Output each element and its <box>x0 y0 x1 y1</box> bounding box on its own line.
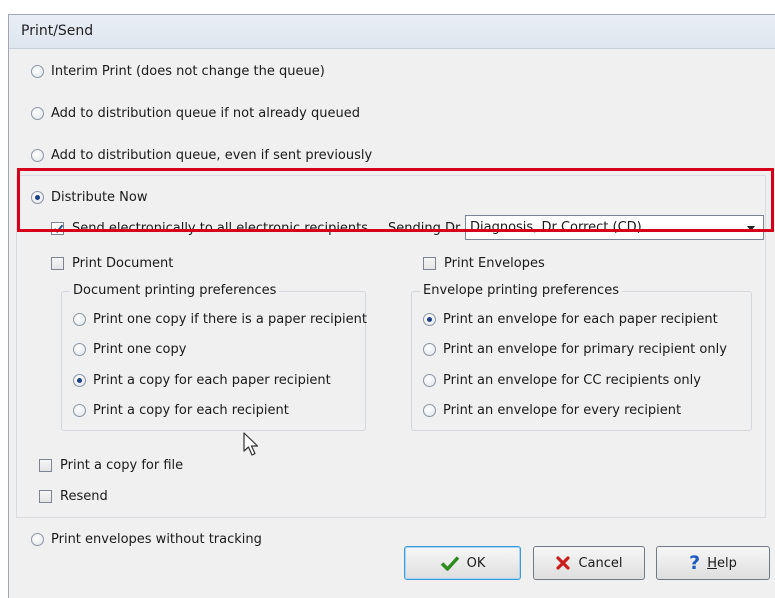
checkbox-indicator[interactable] <box>39 459 52 472</box>
env-pref-option[interactable]: Print an envelope for every recipient <box>423 403 681 418</box>
checkbox-indicator[interactable] <box>423 257 436 270</box>
radio-add-if-not-queued-label: Add to distribution queue if not already… <box>51 106 360 121</box>
radio-print-envelopes-no-tracking[interactable]: Print envelopes without tracking <box>31 532 262 547</box>
resend-label: Resend <box>60 489 108 504</box>
doc-pref-label: Print one copy if there is a paper recip… <box>93 312 367 327</box>
cancel-button-label: Cancel <box>578 555 623 571</box>
env-pref-option[interactable]: Print an envelope for primary recipient … <box>423 342 727 357</box>
doc-pref-option[interactable]: Print a copy for each paper recipient <box>73 373 331 388</box>
envelope-prefs-title: Envelope printing preferences <box>420 283 622 298</box>
radio-indicator[interactable] <box>31 533 44 546</box>
env-pref-option[interactable]: Print an envelope for each paper recipie… <box>423 312 718 327</box>
radio-indicator[interactable] <box>423 374 436 387</box>
radio-interim-label: Interim Print (does not change the queue… <box>51 64 325 79</box>
print-envelopes-no-tracking-label: Print envelopes without tracking <box>51 532 262 547</box>
dialog-title: Print/Send <box>21 23 94 39</box>
doc-pref-label: Print one copy <box>93 342 187 357</box>
radio-indicator[interactable] <box>31 65 44 78</box>
checkbox-indicator[interactable] <box>51 257 64 270</box>
mouse-pointer-icon <box>243 432 259 456</box>
doc-pref-label: Print a copy for each recipient <box>93 403 289 418</box>
radio-indicator[interactable] <box>423 404 436 417</box>
help-accelerator: H <box>707 555 717 571</box>
radio-indicator[interactable] <box>423 313 436 326</box>
help-button[interactable]: ? Help <box>656 546 770 580</box>
radio-interim-print[interactable]: Interim Print (does not change the queue… <box>31 64 325 79</box>
checkbox-indicator[interactable] <box>39 490 52 503</box>
checkbox-print-envelopes[interactable]: Print Envelopes <box>423 256 545 271</box>
checkbox-resend[interactable]: Resend <box>39 489 108 504</box>
ok-button[interactable]: OK <box>404 546 521 580</box>
close-icon <box>556 556 571 570</box>
doc-pref-option[interactable]: Print one copy <box>73 342 186 357</box>
radio-add-even-if-sent[interactable]: Add to distribution queue, even if sent … <box>31 148 372 163</box>
ok-button-label: OK <box>466 555 486 571</box>
env-pref-label: Print an envelope for primary recipient … <box>443 342 727 357</box>
doc-pref-option[interactable]: Print one copy if there is a paper recip… <box>73 312 367 327</box>
env-pref-label: Print an envelope for each paper recipie… <box>443 312 718 327</box>
print-copy-for-file-label: Print a copy for file <box>60 458 184 473</box>
doc-pref-label: Print a copy for each paper recipient <box>93 373 331 388</box>
env-pref-label: Print an envelope for every recipient <box>443 403 682 418</box>
radio-indicator[interactable] <box>31 107 44 120</box>
highlight-box <box>17 168 774 232</box>
radio-indicator[interactable] <box>73 374 86 387</box>
document-prefs-title: Document printing preferences <box>70 283 280 298</box>
radio-indicator[interactable] <box>31 149 44 162</box>
checkmark-icon <box>440 556 459 571</box>
radio-add-if-not-queued[interactable]: Add to distribution queue if not already… <box>31 106 360 121</box>
radio-indicator[interactable] <box>423 343 436 356</box>
help-label-rest: elp <box>716 555 737 571</box>
cancel-button[interactable]: Cancel <box>533 546 645 580</box>
radio-indicator[interactable] <box>73 343 86 356</box>
checkbox-print-copy-for-file[interactable]: Print a copy for file <box>39 458 183 473</box>
print-document-label: Print Document <box>72 256 174 271</box>
help-button-label: Help <box>707 556 737 571</box>
doc-pref-option[interactable]: Print a copy for each recipient <box>73 403 289 418</box>
radio-indicator[interactable] <box>73 313 86 326</box>
print-envelopes-label: Print Envelopes <box>444 256 545 271</box>
env-pref-option[interactable]: Print an envelope for CC recipients only <box>423 373 701 388</box>
radio-add-even-if-sent-label: Add to distribution queue, even if sent … <box>51 148 373 163</box>
radio-indicator[interactable] <box>73 404 86 417</box>
help-icon: ? <box>689 552 701 574</box>
env-pref-label: Print an envelope for CC recipients only <box>443 373 701 388</box>
checkbox-print-document[interactable]: Print Document <box>51 256 173 271</box>
dialog-titlebar: Print/Send <box>9 15 775 49</box>
